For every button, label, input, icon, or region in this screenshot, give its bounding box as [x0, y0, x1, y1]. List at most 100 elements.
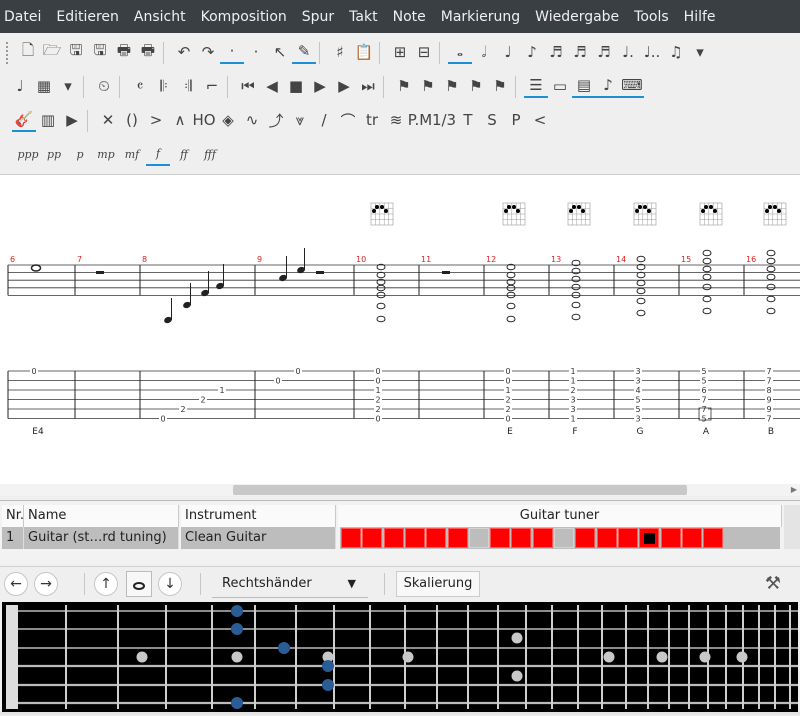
playback-icon[interactable]: ▶ [60, 108, 84, 132]
redo-button[interactable]: ↷ [196, 40, 220, 64]
arrow-up-icon[interactable]: ↑ [94, 572, 118, 596]
menu-hilfe[interactable]: Hilfe [684, 9, 716, 25]
guitar-icon[interactable]: 🎸 [12, 108, 36, 132]
popping-button[interactable]: P [504, 108, 528, 132]
track-scrollbar[interactable] [784, 505, 800, 549]
eighth-note-button[interactable]: ♪ [520, 40, 544, 64]
fretboard[interactable] [2, 602, 798, 712]
dynamic-mp-button[interactable]: mp [94, 142, 118, 166]
vibrato-button[interactable]: ∿ [240, 108, 264, 132]
ghost-note-button[interactable]: () [120, 108, 144, 132]
clipboard-button[interactable]: 📋 [352, 40, 376, 64]
dead-note-button[interactable]: ✕ [96, 108, 120, 132]
quarter-note-button[interactable]: ♩ [496, 40, 520, 64]
double-dotted-note-button[interactable]: ♩.. [640, 40, 664, 64]
grid-options-button[interactable]: ▦ [32, 74, 56, 98]
repeat-open-button[interactable]: 𝄆 [152, 74, 176, 98]
print-preview-button[interactable]: 🖶 [136, 40, 160, 64]
sixteenth-note-button[interactable]: ♬ [544, 40, 568, 64]
header-instrument[interactable]: Instrument [181, 505, 336, 527]
track-instrument[interactable]: Clean Guitar [181, 527, 336, 549]
slapping-button[interactable]: S [480, 108, 504, 132]
thirty-second-note-button[interactable]: ♬ [568, 40, 592, 64]
flag-marker-3-button[interactable]: ⚑ [440, 74, 464, 98]
scroll-right-arrow-icon[interactable]: ▶ [788, 484, 800, 496]
track-view-button[interactable]: ☰ [524, 74, 548, 98]
menu-ansicht[interactable]: Ansicht [134, 9, 186, 25]
new-file-button[interactable]: 🗋 [16, 40, 40, 64]
next-measure-button[interactable]: ▶ [332, 74, 356, 98]
note-view-button[interactable]: ♪ [596, 74, 620, 98]
flag-marker-2-button[interactable]: ⚑ [416, 74, 440, 98]
last-measure-button[interactable]: ⏭ [356, 74, 380, 98]
remove-measure-button[interactable]: ⊟ [412, 40, 436, 64]
menu-wiedergabe[interactable]: Wiedergabe [535, 9, 619, 25]
dynamic-f-button[interactable]: f [146, 142, 170, 166]
trill-button[interactable]: tr [360, 108, 384, 132]
header-nr[interactable]: Nr. [2, 505, 24, 527]
arrow-down-icon[interactable]: ↓ [158, 572, 182, 596]
mixer-icon[interactable]: ▥ [36, 108, 60, 132]
save-button[interactable]: 🖫 [64, 40, 88, 64]
heavy-accent-button[interactable]: ∧ [168, 108, 192, 132]
tapping-button[interactable]: T [456, 108, 480, 132]
dynamic-ff-button[interactable]: ff [172, 142, 196, 166]
insert-beat-2-button[interactable]: · [244, 40, 268, 64]
flag-marker-5-button[interactable]: ⚑ [488, 74, 512, 98]
insert-measure-button[interactable]: ⊞ [388, 40, 412, 64]
flag-marker-1-button[interactable]: ⚑ [392, 74, 416, 98]
tie-note-button[interactable]: ♩ [8, 74, 32, 98]
whole-note-icon[interactable] [126, 571, 152, 597]
dynamic-p-button[interactable]: p [68, 142, 92, 166]
tremolo-bar-button[interactable]: ⩔ [288, 108, 312, 132]
undo-button[interactable]: ↶ [172, 40, 196, 64]
dotted-note-button[interactable]: ♩. [616, 40, 640, 64]
insert-beat-1-button[interactable]: · [220, 40, 244, 64]
open-file-button[interactable]: 🗁 [40, 40, 64, 64]
flag-marker-4-button[interactable]: ⚑ [464, 74, 488, 98]
menu-tools[interactable]: Tools [634, 9, 669, 25]
horizontal-scrollbar[interactable]: ▶ [0, 484, 800, 496]
score-view-button[interactable]: ▤ [572, 74, 596, 98]
whole-note-button[interactable]: 𝅝 [448, 40, 472, 64]
first-measure-button[interactable]: ⏮ [236, 74, 260, 98]
page-view-button[interactable]: ▭ [548, 74, 572, 98]
sixty-fourth-note-button[interactable]: ♬ [592, 40, 616, 64]
header-name[interactable]: Name [24, 505, 179, 527]
repeat-close-button[interactable]: 𝄇 [176, 74, 200, 98]
natural-harmonic-button[interactable]: HO [192, 108, 216, 132]
arrow-left-icon[interactable]: ← [4, 572, 28, 596]
dynamic-pp-button[interactable]: pp [42, 142, 66, 166]
cursor-tool-button[interactable]: ↖ [268, 40, 292, 64]
slide-button[interactable]: / [312, 108, 336, 132]
pen-tool-button[interactable]: ✎ [292, 40, 316, 64]
toolbar-grip[interactable] [6, 42, 8, 64]
print-button[interactable]: 🖶 [112, 40, 136, 64]
menu-editieren[interactable]: Editieren [56, 9, 119, 25]
tremolo-picking-button[interactable]: ≋ [384, 108, 408, 132]
menu-note[interactable]: Note [393, 9, 426, 25]
keyboard-view-button[interactable]: ⌨ [620, 74, 644, 98]
dropdown-button[interactable]: ▾ [56, 74, 80, 98]
menu-takt[interactable]: Takt [349, 9, 377, 25]
half-note-button[interactable]: 𝅗𝅥 [472, 40, 496, 64]
chord-sharp-button[interactable]: ♯ [328, 40, 352, 64]
menu-spur[interactable]: Spur [302, 9, 334, 25]
metronome-button[interactable]: ⏲ [92, 74, 116, 98]
palm-mute-button[interactable]: P.M [408, 108, 432, 132]
score-view[interactable]: 6 7 8 9 10 11 12 13 14 15 16 0 0 2 2 1 0 0 0 0 1 2 2 0 0 0 1 2 2 0 1 1 2… [0, 174, 800, 496]
dynamic-mf-button[interactable]: mf [120, 142, 144, 166]
track-nr[interactable]: 1 [2, 527, 24, 549]
scale-button[interactable]: Skalierung [396, 571, 480, 597]
staccato-button[interactable]: 1/3 [432, 108, 456, 132]
play-button[interactable]: ▶ [308, 74, 332, 98]
tuplet-button[interactable]: ♫ [664, 40, 688, 64]
accentuated-note-button[interactable]: > [144, 108, 168, 132]
more-button[interactable]: ▾ [688, 40, 712, 64]
dynamic-ppp-button[interactable]: ppp [16, 142, 40, 166]
fade-in-button[interactable]: < [528, 108, 552, 132]
bend-button[interactable]: ⤴ [264, 108, 288, 132]
stop-button[interactable]: ■ [284, 74, 308, 98]
hammer-icon[interactable]: ⚒ [760, 571, 786, 597]
previous-measure-button[interactable]: ◀ [260, 74, 284, 98]
